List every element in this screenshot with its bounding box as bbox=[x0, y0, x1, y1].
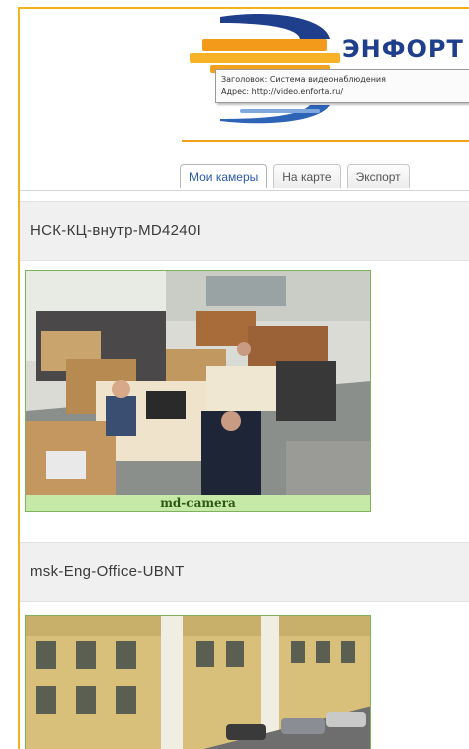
tab-export[interactable]: Экспорт bbox=[346, 164, 410, 188]
brand-text: ЭНФОРТ bbox=[342, 35, 464, 63]
camera-title[interactable]: msk-Eng-Office-UBNT bbox=[30, 563, 185, 580]
tab-on-map[interactable]: На карте bbox=[273, 164, 341, 188]
tab-divider bbox=[20, 190, 469, 191]
camera-thumbnail[interactable] bbox=[25, 615, 371, 749]
browser-page: ЭНФОРТ Заголовок: Система видеонаблюдени… bbox=[18, 7, 469, 749]
camera-label: md-camera bbox=[26, 495, 370, 511]
link-tooltip: Заголовок: Система видеонаблюдения Адрес… bbox=[215, 69, 469, 103]
street-camera-image bbox=[26, 616, 370, 749]
camera-title[interactable]: НСК-КЦ-внутр-MD4240I bbox=[30, 222, 201, 239]
camera-header: msk-Eng-Office-UBNT bbox=[20, 542, 469, 602]
header-divider bbox=[182, 140, 469, 142]
tooltip-title: Заголовок: Система видеонаблюдения bbox=[221, 75, 386, 84]
camera-thumbnail[interactable]: md-camera bbox=[25, 270, 371, 512]
camera-header: НСК-КЦ-внутр-MD4240I bbox=[20, 201, 469, 261]
office-camera-image bbox=[26, 271, 370, 497]
tab-bar: Мои камеры На карте Экспорт bbox=[180, 164, 410, 188]
tab-my-cameras[interactable]: Мои камеры bbox=[180, 164, 268, 188]
tooltip-address: Адрес: http://video.enforta.ru/ bbox=[221, 87, 344, 96]
